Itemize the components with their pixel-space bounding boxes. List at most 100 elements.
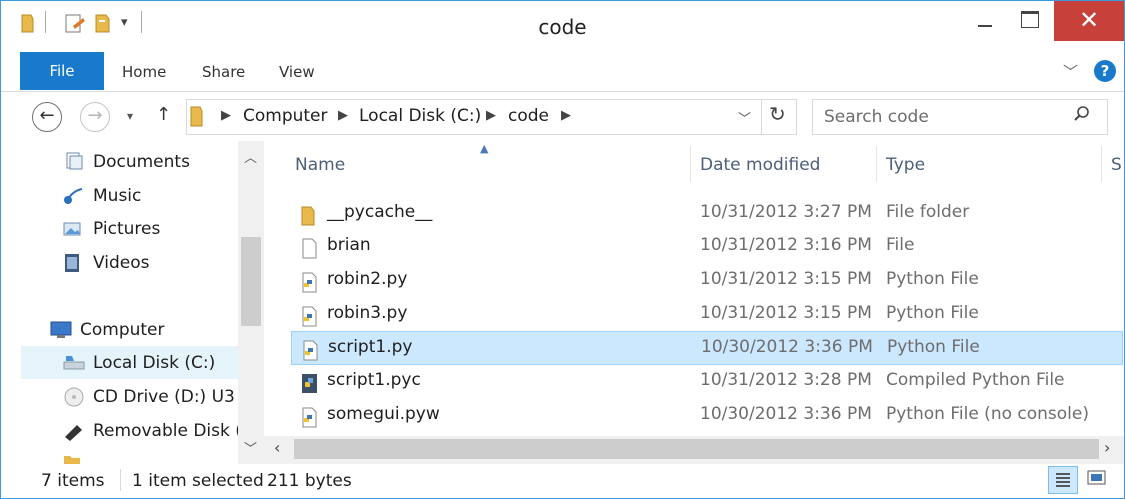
column-divider[interactable] — [690, 146, 691, 182]
nav-item-pictures[interactable]: Pictures — [93, 219, 160, 239]
up-arrow-icon[interactable]: ↑ — [156, 104, 171, 125]
scroll-left-icon[interactable]: ‹ — [274, 438, 280, 457]
help-icon[interactable]: ? — [1094, 60, 1116, 82]
refresh-icon[interactable]: ↻ — [769, 102, 786, 126]
breadcrumb-chevron-icon[interactable]: ▶ — [486, 108, 496, 123]
column-divider[interactable] — [1101, 146, 1102, 182]
breadcrumb-chevron-icon[interactable]: ▶ — [338, 108, 348, 123]
address-dropdown-icon[interactable]: ﹀ — [738, 108, 751, 127]
local-disk-icon — [62, 353, 86, 377]
close-button[interactable]: ✕ — [1054, 1, 1124, 41]
details-view-button[interactable] — [1048, 466, 1078, 494]
python-file-icon — [300, 339, 320, 361]
breadcrumb-computer[interactable]: Computer — [243, 106, 328, 126]
nav-item-removable-disk[interactable]: Removable Disk ( — [93, 421, 242, 441]
search-icon[interactable] — [1073, 105, 1091, 127]
minimize-button[interactable] — [961, 1, 1007, 41]
large-icons-view-icon — [1087, 470, 1106, 485]
status-divider — [120, 469, 121, 491]
column-header-type[interactable]: Type — [886, 155, 925, 175]
nav-item-music[interactable]: Music — [93, 186, 141, 206]
file-row-selected[interactable]: script1.py 10/30/2012 3:36 PM Python Fil… — [291, 331, 1123, 365]
file-date: 10/30/2012 3:36 PM — [700, 404, 872, 424]
address-divider — [761, 100, 762, 134]
file-row[interactable]: script1.pyc 10/31/2012 3:28 PM Compiled … — [291, 365, 1123, 399]
file-name: script1.py — [328, 337, 413, 357]
tab-file[interactable]: File — [20, 52, 104, 90]
explorer-window: ▾ code ✕ File Home Share View ﹀ ? ← → ▾ … — [0, 0, 1125, 499]
music-icon — [62, 185, 84, 209]
nav-item-computer[interactable]: Computer — [80, 320, 165, 340]
file-row[interactable]: somegui.pyw 10/30/2012 3:36 PM Python Fi… — [291, 399, 1123, 433]
file-type: File folder — [886, 202, 970, 222]
folder-icon — [299, 204, 319, 226]
title-bar: ▾ code ✕ — [1, 1, 1124, 51]
file-type: Python File — [886, 303, 979, 323]
close-icon: ✕ — [1078, 6, 1100, 34]
scroll-down-icon[interactable]: ﹀ — [244, 438, 257, 457]
file-type: Compiled Python File — [886, 370, 1065, 390]
documents-icon — [64, 151, 84, 175]
column-header-name[interactable]: Name — [295, 155, 345, 175]
selection-size: 211 bytes — [267, 471, 352, 491]
nav-item-cd-drive[interactable]: CD Drive (D:) U3 S — [93, 387, 251, 407]
file-name: robin3.py — [327, 303, 408, 323]
file-row[interactable]: robin3.py 10/31/2012 3:15 PM Python File — [291, 298, 1123, 332]
window-title: code — [538, 15, 587, 39]
file-row[interactable]: __pycache__ 10/31/2012 3:27 PM File fold… — [291, 197, 1123, 231]
pictures-icon — [62, 219, 84, 243]
forward-button[interactable]: → — [80, 102, 110, 132]
removable-disk-icon — [62, 421, 86, 445]
file-name: robin2.py — [327, 269, 408, 289]
details-view-icon — [1056, 473, 1070, 487]
file-date: 10/30/2012 3:36 PM — [701, 337, 873, 357]
back-button[interactable]: ← — [32, 102, 62, 132]
recent-locations-icon[interactable]: ▾ — [127, 109, 133, 123]
large-icons-view-button[interactable] — [1085, 468, 1109, 494]
address-folder-icon — [190, 105, 204, 131]
file-name: somegui.pyw — [327, 404, 440, 424]
cd-drive-icon — [63, 386, 85, 412]
tab-share[interactable]: Share — [202, 63, 245, 81]
file-type: Python File — [886, 269, 979, 289]
horizontal-scrollbar-thumb[interactable] — [294, 439, 1099, 459]
scroll-up-icon[interactable]: ︿ — [244, 147, 257, 166]
file-name: script1.pyc — [327, 370, 421, 390]
breadcrumb-local-disk[interactable]: Local Disk (C:) — [359, 106, 481, 126]
expand-ribbon-icon[interactable]: ﹀ — [1063, 61, 1078, 82]
file-date: 10/31/2012 3:15 PM — [700, 269, 872, 289]
tab-home[interactable]: Home — [122, 63, 166, 81]
maximize-button[interactable] — [1008, 1, 1054, 41]
file-row[interactable]: robin2.py 10/31/2012 3:15 PM Python File — [291, 264, 1123, 298]
selection-count: 1 item selected — [132, 471, 264, 491]
nav-item-videos[interactable]: Videos — [93, 253, 150, 273]
nav-item-local-disk[interactable]: Local Disk (C:) — [93, 353, 215, 373]
file-date: 10/31/2012 3:27 PM — [700, 202, 872, 222]
nav-item-documents[interactable]: Documents — [93, 152, 190, 172]
minimize-icon — [978, 25, 992, 27]
tab-view[interactable]: View — [279, 63, 315, 81]
python-file-icon — [299, 271, 319, 293]
file-date: 10/31/2012 3:16 PM — [700, 235, 872, 255]
file-type: File — [886, 235, 915, 255]
search-input[interactable]: Search code — [824, 107, 929, 127]
scroll-right-icon[interactable]: › — [1104, 438, 1110, 457]
file-date: 10/31/2012 3:15 PM — [700, 303, 872, 323]
videos-icon — [62, 252, 84, 278]
column-divider[interactable] — [876, 146, 877, 182]
file-date: 10/31/2012 3:28 PM — [700, 370, 872, 390]
breadcrumb-code[interactable]: code — [508, 106, 549, 126]
column-header-date[interactable]: Date modified — [700, 155, 820, 175]
file-row[interactable]: brian 10/31/2012 3:16 PM File — [291, 230, 1123, 264]
breadcrumb-chevron-icon[interactable]: ▶ — [221, 108, 231, 123]
nav-scrollbar-thumb[interactable] — [241, 237, 261, 326]
partial-folder-icon — [62, 452, 82, 464]
python-file-icon — [299, 406, 319, 428]
file-icon — [299, 237, 319, 259]
breadcrumb-chevron-icon[interactable]: ▶ — [561, 108, 571, 123]
column-header-size[interactable]: S — [1111, 155, 1122, 175]
computer-icon — [49, 319, 73, 345]
ribbon-bar — [1, 52, 1124, 92]
compiled-python-icon — [299, 372, 319, 393]
item-count: 7 items — [41, 471, 105, 491]
